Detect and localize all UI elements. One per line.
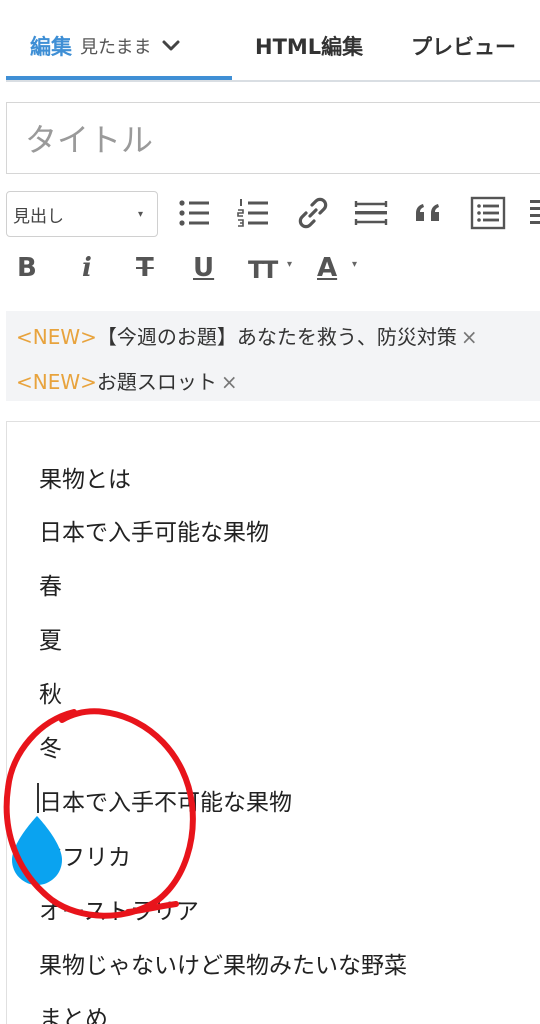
- editor-tabs: 編集 見たまま HTML編集 プレビュー: [6, 0, 540, 82]
- link-icon[interactable]: [295, 195, 331, 231]
- text-color-caret-icon: ▾: [352, 259, 358, 270]
- content-line[interactable]: 果物とは: [39, 460, 131, 494]
- more-icon[interactable]: [528, 195, 540, 231]
- topic-item[interactable]: <NEW>【今週のお題】あなたを救う、防災対策 ×: [16, 321, 478, 350]
- bold-button[interactable]: B: [17, 253, 37, 283]
- close-icon[interactable]: ×: [461, 325, 478, 349]
- underline-button[interactable]: U: [193, 253, 214, 283]
- numbered-list-icon[interactable]: [235, 195, 271, 231]
- new-tag: <NEW>: [16, 370, 97, 394]
- editor-screen: { "tabs": { "edit_label": "編集", "edit_mo…: [0, 0, 540, 1024]
- heading-select[interactable]: 見出し ▾: [6, 191, 158, 237]
- text-cursor: [37, 783, 39, 813]
- heading-select-value: 見出し: [13, 206, 64, 227]
- content-line[interactable]: 夏: [39, 621, 62, 655]
- content-line[interactable]: 日本で入手不可能な果物: [39, 783, 292, 817]
- text-color-button[interactable]: A: [317, 253, 337, 283]
- topic-text: お題スロット: [96, 370, 217, 394]
- chevron-down-icon[interactable]: [161, 36, 181, 56]
- tab-preview[interactable]: プレビュー: [411, 26, 516, 66]
- caret-down-icon: ▾: [137, 208, 143, 220]
- tab-html-edit[interactable]: HTML編集: [255, 26, 363, 66]
- font-size-button[interactable]: TT: [248, 256, 278, 284]
- content-line[interactable]: 冬: [39, 729, 62, 763]
- content-line[interactable]: 春: [39, 567, 62, 601]
- tab-edit[interactable]: 編集 見たまま: [30, 26, 181, 66]
- topic-item[interactable]: <NEW>お題スロット ×: [16, 366, 238, 395]
- content-line[interactable]: まとめ: [39, 999, 108, 1024]
- editor-content[interactable]: 果物とは 日本で入手可能な果物 春 夏 秋 冬 日本で入手不可能な果物 アフリカ…: [6, 421, 540, 1024]
- strikethrough-button[interactable]: T: [136, 253, 154, 283]
- edit-mode-label: 見たまま: [80, 37, 152, 58]
- new-topics-panel: <NEW>【今週のお題】あなたを救う、防災対策 × <NEW>お題スロット ×: [6, 311, 540, 401]
- new-tag: <NEW>: [16, 325, 97, 349]
- content-line[interactable]: オーストラリア: [39, 892, 199, 926]
- title-input[interactable]: タイトル: [6, 102, 540, 174]
- content-line[interactable]: 果物じゃないけど果物みたいな野菜: [39, 946, 407, 980]
- table-of-contents-icon[interactable]: [470, 195, 506, 231]
- horizontal-rule-icon[interactable]: [353, 195, 389, 231]
- italic-button[interactable]: i: [82, 253, 92, 283]
- content-line[interactable]: 秋: [39, 675, 62, 709]
- close-icon[interactable]: ×: [221, 370, 238, 394]
- topic-text: 【今週のお題】あなたを救う、防災対策: [96, 325, 457, 349]
- bullet-list-icon[interactable]: [176, 195, 212, 231]
- tab-edit-label: 編集: [30, 35, 72, 59]
- active-tab-indicator: [6, 76, 232, 80]
- selection-handle-icon[interactable]: [6, 814, 68, 890]
- quote-icon[interactable]: [412, 195, 448, 231]
- content-line[interactable]: 日本で入手可能な果物: [39, 513, 269, 547]
- font-size-caret-icon: ▾: [287, 259, 293, 270]
